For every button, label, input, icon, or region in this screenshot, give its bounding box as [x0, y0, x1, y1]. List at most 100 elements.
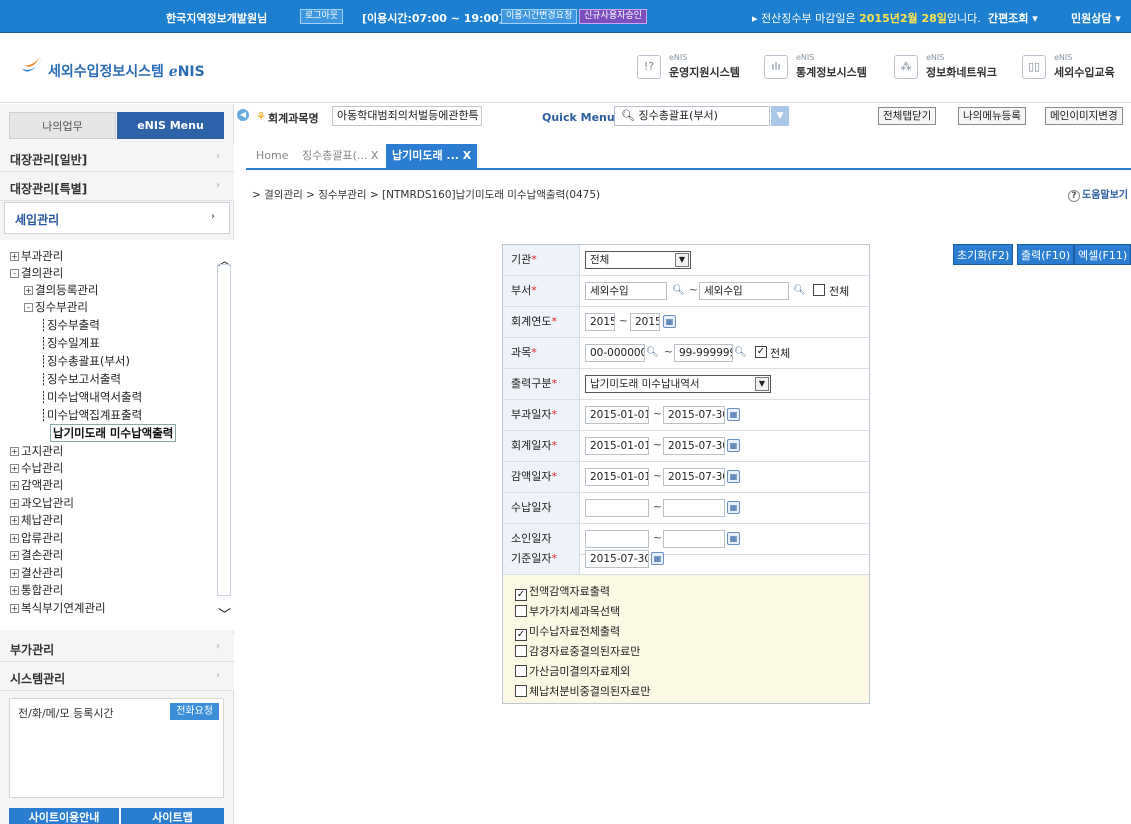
- sidebar-item-revenue[interactable]: 세입관리 ›: [4, 202, 230, 234]
- sidebar-item-system[interactable]: 시스템관리 ›: [0, 663, 234, 691]
- change-main-image-button[interactable]: 메인이미지변경: [1045, 107, 1123, 125]
- tab-collection-summary[interactable]: 징수총괄표(... X: [302, 144, 378, 168]
- quick-menu-select[interactable]: 🔍︎ 징수총괄표(부서) ▼: [614, 106, 789, 126]
- acct-date-to[interactable]: 2015-07-30: [663, 437, 725, 455]
- calendar-icon[interactable]: ▦: [727, 408, 740, 421]
- option-exclude-surcharge[interactable]: 가산금미결의자료제외: [515, 663, 630, 679]
- option-reduced-resolved[interactable]: 감경자료중결의된자료만: [515, 643, 640, 659]
- year-from-input[interactable]: 2015: [585, 313, 615, 331]
- output-select[interactable]: 납기미도래 미수납내역서 ▼: [585, 375, 771, 393]
- print-button[interactable]: 출력(F10): [1017, 244, 1075, 265]
- close-all-tabs-button[interactable]: 전체탭닫기: [878, 107, 937, 125]
- option-all-unpaid[interactable]: ✓ 미수납자료전체출력: [515, 623, 620, 641]
- dept-row: 부서* 세외수입 🔍︎ ~ 세외수입 🔍︎ 전체: [503, 276, 869, 307]
- phone-request-button[interactable]: 전화요청: [170, 703, 219, 720]
- tab-my-work[interactable]: 나의업무: [9, 112, 116, 139]
- levy-date-to[interactable]: 2015-07-30: [663, 406, 725, 424]
- org-label: 기관*: [503, 245, 580, 275]
- org-select[interactable]: 전체 ▼: [585, 251, 691, 269]
- arrow-left-icon[interactable]: ◀: [237, 109, 249, 121]
- calendar-icon[interactable]: ▦: [727, 470, 740, 483]
- help-link[interactable]: ? 도움말보기: [1068, 186, 1128, 202]
- calendar-icon[interactable]: ▦: [727, 439, 740, 452]
- sidebar-item-ledger-special[interactable]: 대장관리[특별] ›: [0, 173, 234, 201]
- sidebar-item-ledger-general[interactable]: 대장관리[일반] ›: [0, 144, 234, 172]
- calendar-icon[interactable]: ▦: [727, 501, 740, 514]
- tree-item[interactable]: ┊징수총괄표(부서): [40, 353, 130, 369]
- search-icon[interactable]: 🔍︎: [646, 346, 659, 359]
- acct-date-from[interactable]: 2015-01-01: [585, 437, 649, 455]
- account-input[interactable]: 아동학대범죄의처벌등에관한특: [332, 106, 482, 126]
- tree-item[interactable]: + 압류관리: [10, 530, 63, 546]
- search-icon[interactable]: 🔍︎: [672, 284, 685, 297]
- hours-change-request-button[interactable]: 이용시간변경요청: [501, 9, 578, 24]
- base-date-input[interactable]: 2015-07-30: [585, 550, 649, 568]
- breadcrumb: > 결의관리 > 징수부관리 > [NTMRDS160]납기미도래 미수납액출력…: [252, 189, 601, 201]
- tree-item[interactable]: + 과오납관리: [10, 495, 74, 511]
- subject-label: 과목*: [503, 338, 580, 368]
- tree-item[interactable]: + 체납관리: [10, 512, 63, 528]
- receive-date-label: 수납일자: [503, 493, 580, 523]
- tab-home[interactable]: Home: [256, 144, 288, 168]
- subject-to-input[interactable]: 99-999999: [674, 344, 733, 362]
- logo-text[interactable]: 세외수입정보시스템 ℯNIS: [48, 61, 205, 81]
- levy-date-from[interactable]: 2015-01-01: [585, 406, 649, 424]
- quick-view-dropdown[interactable]: 간편조회 ▾: [988, 10, 1038, 26]
- calendar-icon[interactable]: ▦: [651, 552, 664, 565]
- tree-item[interactable]: + 고지관리: [10, 443, 63, 459]
- new-user-approve-button[interactable]: 신규사용자승인: [579, 9, 647, 24]
- dept-from-input[interactable]: 세외수입: [585, 282, 667, 300]
- sidebar-item-addon[interactable]: 부가관리 ›: [0, 634, 234, 662]
- subject-from-input[interactable]: 00-000000: [585, 344, 645, 362]
- search-icon[interactable]: 🔍︎: [734, 346, 747, 359]
- option-full-reduction[interactable]: ✓ 전액감액자료출력: [515, 583, 610, 601]
- tree-item[interactable]: + 결산관리: [10, 565, 63, 581]
- tree-item[interactable]: - 결의관리: [10, 265, 63, 281]
- tab-enis-menu[interactable]: eNIS Menu: [117, 112, 224, 139]
- tree-item[interactable]: + 복식부기연계관리: [10, 600, 106, 616]
- header: 세외수입정보시스템 ℯNIS !? eNIS 운영지원시스템 ılı eNIS …: [0, 33, 1131, 103]
- search-icon[interactable]: 🔍︎: [793, 284, 806, 297]
- tree-item[interactable]: + 결손관리: [10, 547, 63, 563]
- tree-item[interactable]: ┊징수부출력: [40, 317, 100, 333]
- tree-item[interactable]: ┊미수납액내역서출력: [40, 389, 142, 405]
- dept-all-checkbox[interactable]: [813, 284, 825, 296]
- dept-to-input[interactable]: 세외수입: [699, 282, 789, 300]
- subject-all-checkbox[interactable]: ✓: [755, 346, 767, 358]
- year-to-input[interactable]: 2015: [630, 313, 660, 331]
- calendar-icon[interactable]: ▦: [663, 315, 676, 328]
- scroll-down-icon[interactable]: ﹀: [218, 604, 231, 623]
- tree-item-selected[interactable]: 납기미도래 미수납액출력: [50, 424, 177, 442]
- tree-item[interactable]: ┊징수일계표: [40, 335, 100, 351]
- reset-button[interactable]: 초기화(F2): [953, 244, 1014, 265]
- account-label: 회계과목명: [268, 112, 319, 125]
- excel-button[interactable]: 엑셀(F11): [1074, 244, 1131, 265]
- tree-item[interactable]: ┊징수보고서출력: [40, 371, 121, 387]
- tree-scrollbar[interactable]: [217, 264, 231, 596]
- sidebar: 나의업무 eNIS Menu 대장관리[일반] › 대장관리[특별] › 세입관리 ›…: [0, 104, 234, 824]
- dept-label: 부서*: [503, 276, 580, 306]
- add-my-menu-button[interactable]: 나의메뉴등록: [958, 107, 1026, 125]
- tree-item[interactable]: + 수납관리: [10, 460, 63, 476]
- person-icon: ⚘: [256, 110, 266, 123]
- options-panel: ✓ 전액감액자료출력 부가가치세과목선택 ✓ 미수납자료전체출력 감경자료중결의된자…: [503, 575, 869, 703]
- reduce-date-to[interactable]: 2015-07-30: [663, 468, 725, 486]
- option-disposal-resolved[interactable]: 체납처분비중결의된자료만: [515, 683, 650, 699]
- civil-consult-dropdown[interactable]: 민원상담 ▾: [1071, 10, 1121, 26]
- site-guide-button[interactable]: 사이트이용안내: [9, 808, 119, 824]
- logout-button[interactable]: 로그아웃: [300, 9, 344, 24]
- tree-item[interactable]: + 결의등록관리: [24, 282, 98, 298]
- tree-item[interactable]: + 감액관리: [10, 477, 63, 493]
- tree-item[interactable]: - 징수부관리: [24, 299, 88, 315]
- option-vat-subject[interactable]: 부가가치세과목선택: [515, 603, 620, 619]
- receive-date-to[interactable]: [663, 499, 725, 517]
- reduce-date-from[interactable]: 2015-01-01: [585, 468, 649, 486]
- sitemap-button[interactable]: 사이트맵: [121, 808, 224, 824]
- tree-item[interactable]: + 부과관리: [10, 248, 63, 264]
- tree-item[interactable]: + 통합관리: [10, 582, 63, 598]
- chevron-down-icon[interactable]: ▼: [771, 106, 789, 126]
- phone-memo-box: 전/화/메/모 등록시간 전화요청: [9, 698, 224, 798]
- receive-date-from[interactable]: [585, 499, 649, 517]
- tab-unpaid-output[interactable]: 납기미도래 ... X: [386, 144, 478, 168]
- tree-item[interactable]: ┊미수납액집계표출력: [40, 407, 142, 423]
